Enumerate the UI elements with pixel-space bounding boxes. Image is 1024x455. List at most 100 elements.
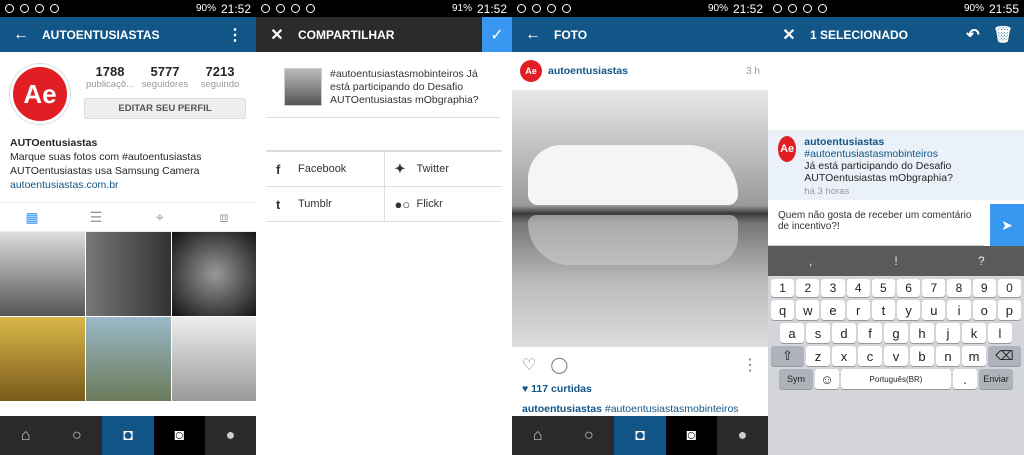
post-photo[interactable] xyxy=(512,90,768,347)
key[interactable]: f xyxy=(858,323,882,343)
key[interactable]: d xyxy=(832,323,856,343)
key[interactable]: 4 xyxy=(846,279,870,297)
key[interactable]: v xyxy=(884,346,908,366)
search-icon[interactable]: ○ xyxy=(51,416,102,455)
kb-suggest-exclaim[interactable]: ! xyxy=(853,246,938,276)
selected-comment[interactable]: Ae autoentusiastas #autoentusiastasmobin… xyxy=(768,130,1024,200)
key[interactable]: 8 xyxy=(947,279,971,297)
key[interactable]: 1 xyxy=(770,279,795,297)
key[interactable]: 9 xyxy=(972,279,996,297)
emoji-key-icon[interactable]: ☺ xyxy=(815,369,839,389)
tagged-photos-icon[interactable]: ⧈ xyxy=(192,203,256,231)
camera-icon[interactable]: ◘ xyxy=(102,416,154,455)
backspace-key-icon[interactable]: ⌫ xyxy=(988,346,1021,366)
back-arrow-icon[interactable]: ← xyxy=(10,26,32,44)
caption-username[interactable]: autoentusiastas xyxy=(522,403,602,415)
grid-photo[interactable] xyxy=(172,317,256,401)
followers-count[interactable]: 5777 xyxy=(139,64,191,79)
key[interactable]: 0 xyxy=(997,279,1022,297)
reply-icon[interactable]: ↶ xyxy=(962,25,984,45)
kb-suggest-comma[interactable]: , xyxy=(768,246,853,276)
close-icon[interactable]: ✕ xyxy=(778,25,800,45)
more-vert-icon[interactable]: ⋮ xyxy=(224,25,246,45)
comment-text: Já está participando do Desafio AUTOentu… xyxy=(804,160,953,184)
key[interactable]: y xyxy=(897,300,921,320)
comment-bubble-icon[interactable]: ◯ xyxy=(550,355,568,375)
key[interactable]: h xyxy=(910,323,934,343)
key[interactable]: p xyxy=(997,300,1022,320)
activity-icon[interactable]: ◙ xyxy=(153,416,205,455)
key[interactable]: 6 xyxy=(897,279,921,297)
key[interactable]: a xyxy=(780,323,804,343)
share-caption[interactable]: #autoentusiastasmobinteiros Já está part… xyxy=(330,68,488,107)
camera-icon[interactable]: ◘ xyxy=(614,416,666,455)
key[interactable]: u xyxy=(922,300,946,320)
confirm-check-icon[interactable]: ✓ xyxy=(482,17,512,52)
grid-photo[interactable] xyxy=(0,232,85,316)
bottom-nav: ⌂ ○ ◘ ◙ ● xyxy=(0,416,256,455)
key[interactable]: . xyxy=(953,369,977,389)
key[interactable]: t xyxy=(871,300,895,320)
enter-key[interactable]: Enviar xyxy=(979,369,1013,389)
more-options-icon[interactable]: ⋮ xyxy=(742,355,758,375)
home-icon[interactable]: ⌂ xyxy=(0,416,51,455)
key[interactable]: n xyxy=(936,346,960,366)
caption-hashtag[interactable]: #autoentusiastasmobinteiros xyxy=(605,403,739,415)
grid-view-icon[interactable]: ▦ xyxy=(0,203,64,231)
profile-link[interactable]: autoentusiastas.com.br xyxy=(10,179,119,191)
key[interactable]: b xyxy=(910,346,934,366)
activity-icon[interactable]: ◙ xyxy=(665,416,717,455)
profile-icon[interactable]: ● xyxy=(205,416,256,455)
key[interactable]: m xyxy=(962,346,986,366)
key[interactable]: c xyxy=(858,346,882,366)
kb-suggest-question[interactable]: ? xyxy=(939,246,1024,276)
likes-count[interactable]: ♥ 117 curtidas xyxy=(512,383,768,395)
like-heart-icon[interactable]: ♡ xyxy=(522,355,536,375)
profile-icon[interactable]: ● xyxy=(717,416,768,455)
share-facebook[interactable]: f Facebook xyxy=(266,152,384,186)
key[interactable]: 5 xyxy=(871,279,895,297)
key[interactable]: j xyxy=(936,323,960,343)
key[interactable]: o xyxy=(972,300,996,320)
key[interactable]: e xyxy=(821,300,845,320)
send-icon[interactable]: ➤ xyxy=(990,204,1024,246)
grid-photo[interactable] xyxy=(0,317,85,401)
post-username[interactable]: autoentusiastas xyxy=(548,65,746,77)
key[interactable]: g xyxy=(884,323,908,343)
map-pin-icon[interactable]: ⌖ xyxy=(128,203,192,231)
key[interactable]: k xyxy=(962,323,986,343)
trash-icon[interactable]: 🗑 xyxy=(992,25,1014,45)
share-tumblr[interactable]: t Tumblr xyxy=(266,187,384,221)
grid-photo[interactable] xyxy=(86,317,171,401)
posts-label: publicaçõ... xyxy=(85,79,135,90)
key[interactable]: w xyxy=(796,300,820,320)
comment-username[interactable]: autoentusiastas xyxy=(804,136,1014,148)
shift-key-icon[interactable]: ⇧ xyxy=(771,346,804,366)
grid-photo[interactable] xyxy=(172,232,256,316)
edit-profile-button[interactable]: EDITAR SEU PERFIL xyxy=(84,98,246,119)
key[interactable]: s xyxy=(806,323,830,343)
share-twitter[interactable]: ✦ Twitter xyxy=(383,152,503,186)
space-key[interactable]: Português(BR) xyxy=(841,369,951,389)
search-icon[interactable]: ○ xyxy=(563,416,614,455)
following-count[interactable]: 7213 xyxy=(194,64,246,79)
key[interactable]: z xyxy=(806,346,830,366)
comment-hashtag[interactable]: #autoentusiastasmobinteiros xyxy=(804,148,1014,160)
key[interactable]: x xyxy=(832,346,856,366)
close-icon[interactable]: ✕ xyxy=(266,25,288,45)
key[interactable]: i xyxy=(947,300,971,320)
list-view-icon[interactable]: ☰ xyxy=(64,203,128,231)
home-icon[interactable]: ⌂ xyxy=(512,416,563,455)
user-avatar[interactable]: Ae xyxy=(520,60,542,82)
key[interactable]: 7 xyxy=(922,279,946,297)
back-arrow-icon[interactable]: ← xyxy=(522,26,544,44)
key[interactable]: l xyxy=(988,323,1012,343)
key[interactable]: 2 xyxy=(796,279,820,297)
key[interactable]: 3 xyxy=(821,279,845,297)
key[interactable]: r xyxy=(846,300,870,320)
key[interactable]: q xyxy=(770,300,795,320)
grid-photo[interactable] xyxy=(86,232,171,316)
share-flickr[interactable]: ●○ Flickr xyxy=(383,187,503,221)
sym-key[interactable]: Sym xyxy=(779,369,813,389)
comment-input[interactable]: Quem não gosta de receber um comentário … xyxy=(768,204,984,246)
